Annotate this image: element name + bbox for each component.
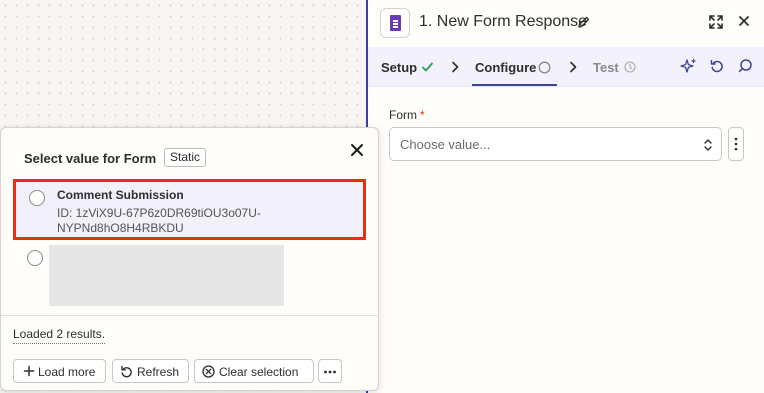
popup-title: Select value for Form bbox=[24, 151, 157, 166]
pencil-icon[interactable] bbox=[576, 14, 592, 30]
option-id: ID: 1zViX9U-67P6z0DR69tiOU3o07U- NYPNd8h… bbox=[57, 206, 297, 236]
undo-icon[interactable] bbox=[709, 58, 725, 74]
field-options-button[interactable] bbox=[728, 127, 744, 161]
tab-test-label: Test bbox=[593, 60, 619, 75]
more-options-button[interactable] bbox=[318, 359, 342, 383]
load-more-button[interactable]: Load more bbox=[13, 359, 106, 383]
option-radio[interactable] bbox=[29, 190, 45, 206]
form-select-placeholder: Choose value... bbox=[400, 137, 491, 152]
chevron-right-icon bbox=[570, 61, 577, 73]
static-badge: Static bbox=[164, 148, 207, 167]
popup-divider bbox=[1, 315, 378, 316]
option-comment-submission[interactable]: Comment Submission ID: 1zViX9U-67P6z0DR6… bbox=[13, 179, 366, 240]
required-marker: * bbox=[420, 108, 425, 122]
check-icon bbox=[422, 62, 433, 72]
option-radio[interactable] bbox=[27, 250, 43, 266]
form-label-text: Form bbox=[389, 108, 417, 122]
sparkle-icon[interactable] bbox=[680, 58, 697, 75]
comment-icon[interactable] bbox=[737, 58, 753, 74]
panel-header: 1. New Form Response bbox=[368, 0, 764, 47]
clear-selection-button[interactable]: Clear selection bbox=[194, 359, 314, 383]
tab-configure[interactable]: Configure bbox=[475, 60, 536, 75]
close-icon[interactable] bbox=[349, 142, 365, 158]
step-title: 1. New Form Response bbox=[419, 13, 588, 30]
option-id-line1: ID: 1zViX9U-67P6z0DR69tiOU3o07U- bbox=[57, 206, 261, 220]
clear-circle-icon bbox=[202, 365, 215, 378]
clock-icon bbox=[624, 61, 636, 73]
loaded-status: Loaded 2 results. bbox=[13, 327, 106, 344]
select-value-popup: Select value for Form Static Comment Sub… bbox=[0, 127, 379, 391]
step-config-panel: 1. New Form Response Setup Configure Tes… bbox=[368, 0, 764, 393]
plus-icon bbox=[23, 365, 35, 377]
option-placeholder-block[interactable] bbox=[49, 245, 284, 306]
form-field-label: Form * bbox=[389, 108, 425, 122]
close-icon[interactable] bbox=[736, 13, 752, 29]
refresh-icon bbox=[121, 365, 132, 378]
chevron-updown-icon bbox=[704, 139, 712, 151]
more-vertical-icon bbox=[734, 137, 738, 151]
option-id-line2: NYPNd8hO8H4RBKDU bbox=[57, 221, 184, 235]
google-forms-icon bbox=[380, 8, 410, 38]
active-tab-indicator bbox=[472, 84, 557, 86]
clear-selection-label: Clear selection bbox=[219, 365, 299, 379]
refresh-button[interactable]: Refresh bbox=[112, 359, 189, 383]
option-title: Comment Submission bbox=[57, 188, 184, 202]
form-select[interactable]: Choose value... bbox=[389, 127, 722, 161]
tab-setup[interactable]: Setup bbox=[381, 60, 417, 75]
expand-icon[interactable] bbox=[708, 14, 724, 30]
tab-setup-label: Setup bbox=[381, 60, 418, 75]
tab-configure-label: Configure bbox=[475, 60, 537, 75]
tab-test[interactable]: Test bbox=[593, 60, 619, 75]
refresh-label: Refresh bbox=[137, 365, 180, 379]
load-more-label: Load more bbox=[38, 365, 96, 379]
more-horizontal-icon bbox=[324, 370, 336, 374]
chevron-right-icon bbox=[452, 61, 459, 73]
step-tabs: Setup Configure Test bbox=[368, 47, 764, 87]
status-circle-icon bbox=[538, 61, 551, 74]
